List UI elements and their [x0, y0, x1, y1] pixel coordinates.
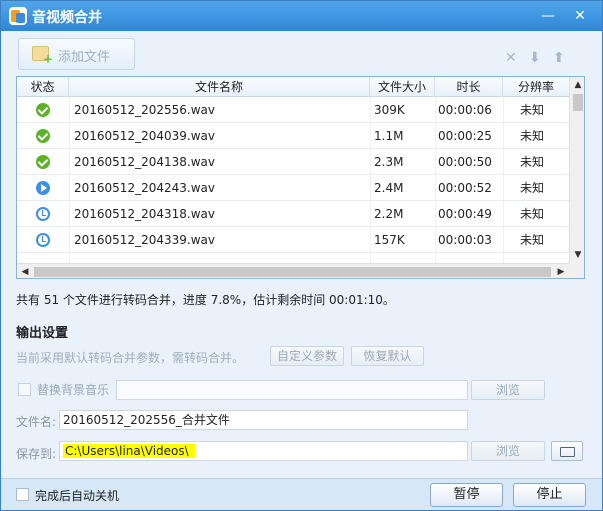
file-size: 2.4M — [374, 181, 404, 195]
pause-button[interactable]: 暂停 — [430, 483, 503, 507]
file-duration: 00:00:50 — [438, 155, 492, 169]
file-size: 1.1M — [374, 129, 404, 143]
minimize-button[interactable]: — — [537, 6, 559, 26]
column-resolution[interactable]: 分辨率 — [503, 77, 569, 97]
vertical-scrollbar[interactable]: ▲ ▼ — [569, 77, 584, 263]
file-resolution: 未知 — [520, 155, 545, 169]
table-row[interactable]: 20160512_204318.wav 2.2M 00:00:49 未知 — [17, 201, 569, 227]
file-resolution: 未知 — [520, 233, 545, 247]
file-table: 状态 文件名称 文件大小 时长 分辨率 20160512_202556.wav 3… — [16, 76, 585, 279]
table-row[interactable]: 20160512_204243.wav 2.4M 00:00:52 未知 — [17, 175, 569, 201]
table-row[interactable]: 20160512_204039.wav 1.1M 00:00:25 未知 — [17, 123, 569, 149]
add-files-label: 添加文件 — [58, 50, 111, 65]
status-cell — [17, 149, 69, 175]
scroll-down-icon[interactable]: ▼ — [570, 247, 584, 263]
status-cell — [17, 123, 69, 149]
auto-shutdown-checkbox[interactable] — [16, 488, 29, 501]
music-path-input[interactable] — [116, 380, 468, 400]
file-resolution: 未知 — [520, 181, 545, 195]
file-size: 2.2M — [374, 207, 404, 221]
clock-icon — [36, 206, 50, 221]
params-hint: 当前采用默认转码合并参数，需转码合并。 — [16, 351, 245, 365]
remove-icon[interactable]: ✕ — [505, 50, 517, 66]
scroll-thumb[interactable] — [573, 94, 583, 111]
file-size: 309K — [374, 103, 405, 117]
file-name: 20160512_204318.wav — [74, 207, 215, 221]
check-circle-icon — [36, 128, 50, 143]
reset-default-button[interactable]: 恢复默认 — [351, 346, 424, 366]
footer-bar: 完成后自动关机 暂停 停止 — [1, 478, 602, 510]
file-duration: 00:00:03 — [438, 233, 492, 247]
stop-button[interactable]: 停止 — [513, 483, 586, 507]
auto-shutdown-label: 完成后自动关机 — [35, 489, 120, 503]
table-row[interactable]: 20160512_204339.wav 157K 00:00:03 未知 — [17, 227, 569, 253]
title-bar: 音视频合并 — ✕ — [1, 1, 602, 31]
window-title: 音视频合并 — [32, 10, 102, 26]
file-duration: 00:00:52 — [438, 181, 492, 195]
filename-label: 文件名: — [16, 415, 57, 429]
status-cell — [17, 227, 69, 253]
filename-input[interactable]: 20160512_202556_合并文件 — [59, 410, 468, 430]
file-name: 20160512_202556.wav — [74, 103, 215, 117]
file-duration: 00:00:06 — [438, 103, 492, 117]
file-resolution: 未知 — [520, 103, 545, 117]
status-cell — [17, 201, 69, 227]
file-name: 20160512_204039.wav — [74, 129, 215, 143]
file-duration: 00:00:25 — [438, 129, 492, 143]
close-button[interactable]: ✕ — [569, 6, 591, 26]
file-name: 20160512_204339.wav — [74, 233, 215, 247]
file-resolution: 未知 — [520, 207, 545, 221]
column-size[interactable]: 文件大小 — [370, 77, 435, 97]
scroll-left-icon[interactable]: ◀ — [17, 264, 33, 278]
progress-status: 共有 51 个文件进行转码合并，进度 7.8%，估计剩余时间 00:01:10。 — [16, 293, 395, 307]
horizontal-scrollbar[interactable]: ◀ ▶ — [17, 263, 569, 278]
file-name: 20160512_204243.wav — [74, 181, 215, 195]
replace-music-checkbox[interactable] — [18, 383, 31, 396]
column-name[interactable]: 文件名称 — [69, 77, 370, 97]
scroll-right-icon[interactable]: ▶ — [553, 264, 569, 278]
column-status[interactable]: 状态 — [17, 77, 69, 97]
check-circle-icon — [36, 102, 50, 117]
save-to-label: 保存到: — [16, 447, 57, 461]
clock-icon — [36, 232, 50, 247]
file-resolution: 未知 — [520, 129, 545, 143]
file-name: 20160512_204138.wav — [74, 155, 215, 169]
check-circle-icon — [36, 154, 50, 169]
file-size: 157K — [374, 233, 405, 247]
table-body: 20160512_202556.wav 309K 00:00:06 未知 2016051… — [17, 97, 569, 253]
app-icon — [9, 7, 27, 25]
move-up-icon[interactable]: ⬆ — [553, 50, 565, 66]
play-circle-icon — [36, 180, 50, 195]
folder-icon — [560, 447, 575, 457]
file-size: 2.3M — [374, 155, 404, 169]
add-files-button[interactable]: 添加文件 — [18, 38, 135, 70]
column-duration[interactable]: 时长 — [435, 77, 503, 97]
table-row[interactable]: 20160512_202556.wav 309K 00:00:06 未知 — [17, 97, 569, 123]
replace-music-label: 替换背景音乐 — [37, 383, 110, 397]
save-path-value: C:\Users\lina\Videos\ — [63, 444, 195, 458]
move-down-icon[interactable]: ⬇ — [529, 50, 541, 66]
scroll-up-icon[interactable]: ▲ — [570, 77, 584, 93]
hscroll-thumb[interactable] — [34, 267, 551, 277]
browse-music-button[interactable]: 浏览 — [471, 380, 545, 400]
file-duration: 00:00:49 — [438, 207, 492, 221]
open-folder-button[interactable] — [551, 441, 583, 461]
table-row[interactable]: 20160512_204138.wav 2.3M 00:00:50 未知 — [17, 149, 569, 175]
save-path-input[interactable]: C:\Users\lina\Videos\ — [59, 441, 468, 461]
output-settings-title: 输出设置 — [16, 326, 69, 341]
custom-params-button[interactable]: 自定义参数 — [270, 346, 344, 366]
status-cell — [17, 175, 69, 201]
add-file-icon — [32, 46, 53, 66]
table-header: 状态 文件名称 文件大小 时长 分辨率 — [17, 77, 569, 97]
merge-window: 音视频合并 — ✕ 添加文件 ✕ ⬇ ⬆ 状态 文件名称 文件大小 时长 分辨率… — [0, 0, 603, 511]
status-cell — [17, 97, 69, 123]
browse-save-button[interactable]: 浏览 — [471, 441, 545, 461]
